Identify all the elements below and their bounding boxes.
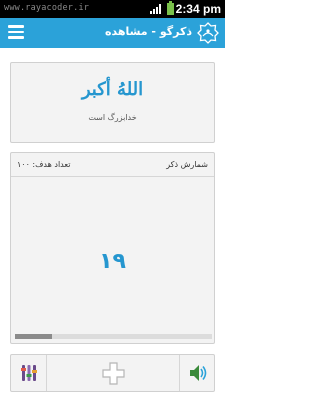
clock-time: 2:34 pm xyxy=(175,2,221,16)
plus-icon xyxy=(102,362,125,385)
app-logo-icon xyxy=(197,22,219,44)
speaker-sound-icon xyxy=(190,365,207,381)
status-bar: www.rayacoder.ir 2:34 pm xyxy=(0,0,225,18)
add-count-button[interactable] xyxy=(48,355,179,391)
zikr-arabic-text: اللهُ أكبر xyxy=(81,79,144,100)
target-count-label: تعداد هدف: ۱۰۰ xyxy=(17,160,71,169)
app-title: ذکرگو - مشاهده xyxy=(104,25,192,38)
equalizer-settings-icon xyxy=(21,365,37,381)
divider xyxy=(11,176,214,177)
watermark-text: www.rayacoder.ir xyxy=(4,3,90,13)
current-count: ۱۹ xyxy=(99,249,126,274)
progress-bar xyxy=(15,334,212,339)
bottom-toolbar xyxy=(10,354,215,392)
battery-icon xyxy=(167,1,174,15)
progress-fill xyxy=(15,334,53,339)
settings-button[interactable] xyxy=(11,355,47,391)
counter-card[interactable]: تعداد هدف: ۱۰۰ شمارش ذکر ۱۹ xyxy=(10,152,215,344)
counter-title: شمارش ذکر xyxy=(166,160,208,169)
counter-header: تعداد هدف: ۱۰۰ شمارش ذکر xyxy=(11,153,214,177)
hamburger-icon[interactable] xyxy=(8,25,24,39)
zikr-card: اللهُ أكبر خدابزرگ است xyxy=(10,62,215,143)
sound-toggle-button[interactable] xyxy=(179,355,215,391)
signal-icon xyxy=(150,4,161,14)
screen: www.rayacoder.ir 2:34 pm ذکرگو - مشاهده … xyxy=(0,0,225,400)
app-bar: ذکرگو - مشاهده xyxy=(0,18,225,48)
zikr-translation: خدابزرگ است xyxy=(88,113,137,122)
